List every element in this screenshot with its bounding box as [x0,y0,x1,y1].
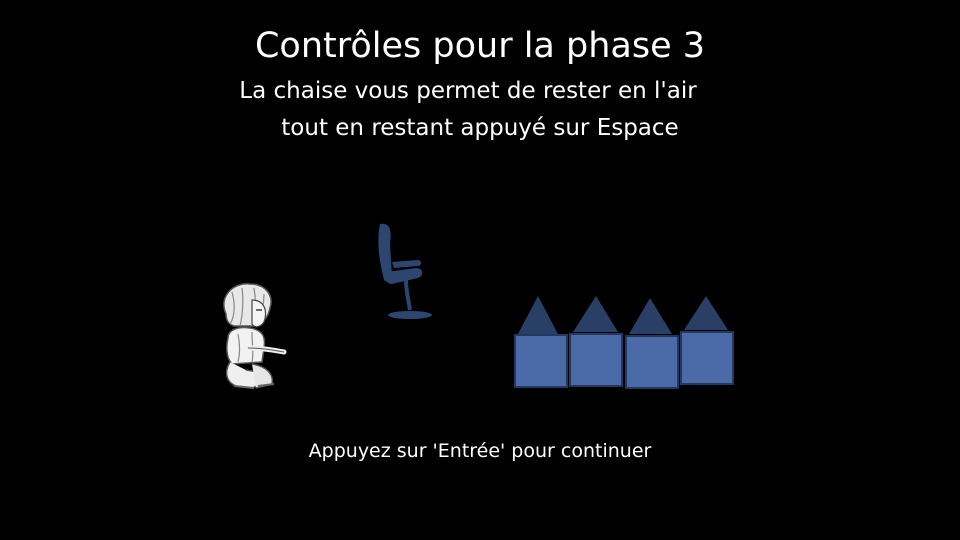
spike-block-obstacle [680,296,734,385]
tutorial-screen: Contrôles pour la phase 3 La chaise vous… [0,0,960,540]
page-title: Contrôles pour la phase 3 [254,26,706,66]
player-character-sprite [223,283,287,389]
instruction-line-1: La chaise vous permet de rester en l'air [239,78,697,104]
spike-block-obstacle [514,296,568,388]
office-chair-icon [378,223,432,319]
spike-block-obstacle [625,298,679,389]
instruction-line-2: tout en restant appuyé sur Espace [281,115,679,141]
spike-block-row [514,296,734,389]
continue-prompt[interactable]: Appuyez sur 'Entrée' pour continuer [0,438,960,464]
spike-block-obstacle [569,296,623,387]
